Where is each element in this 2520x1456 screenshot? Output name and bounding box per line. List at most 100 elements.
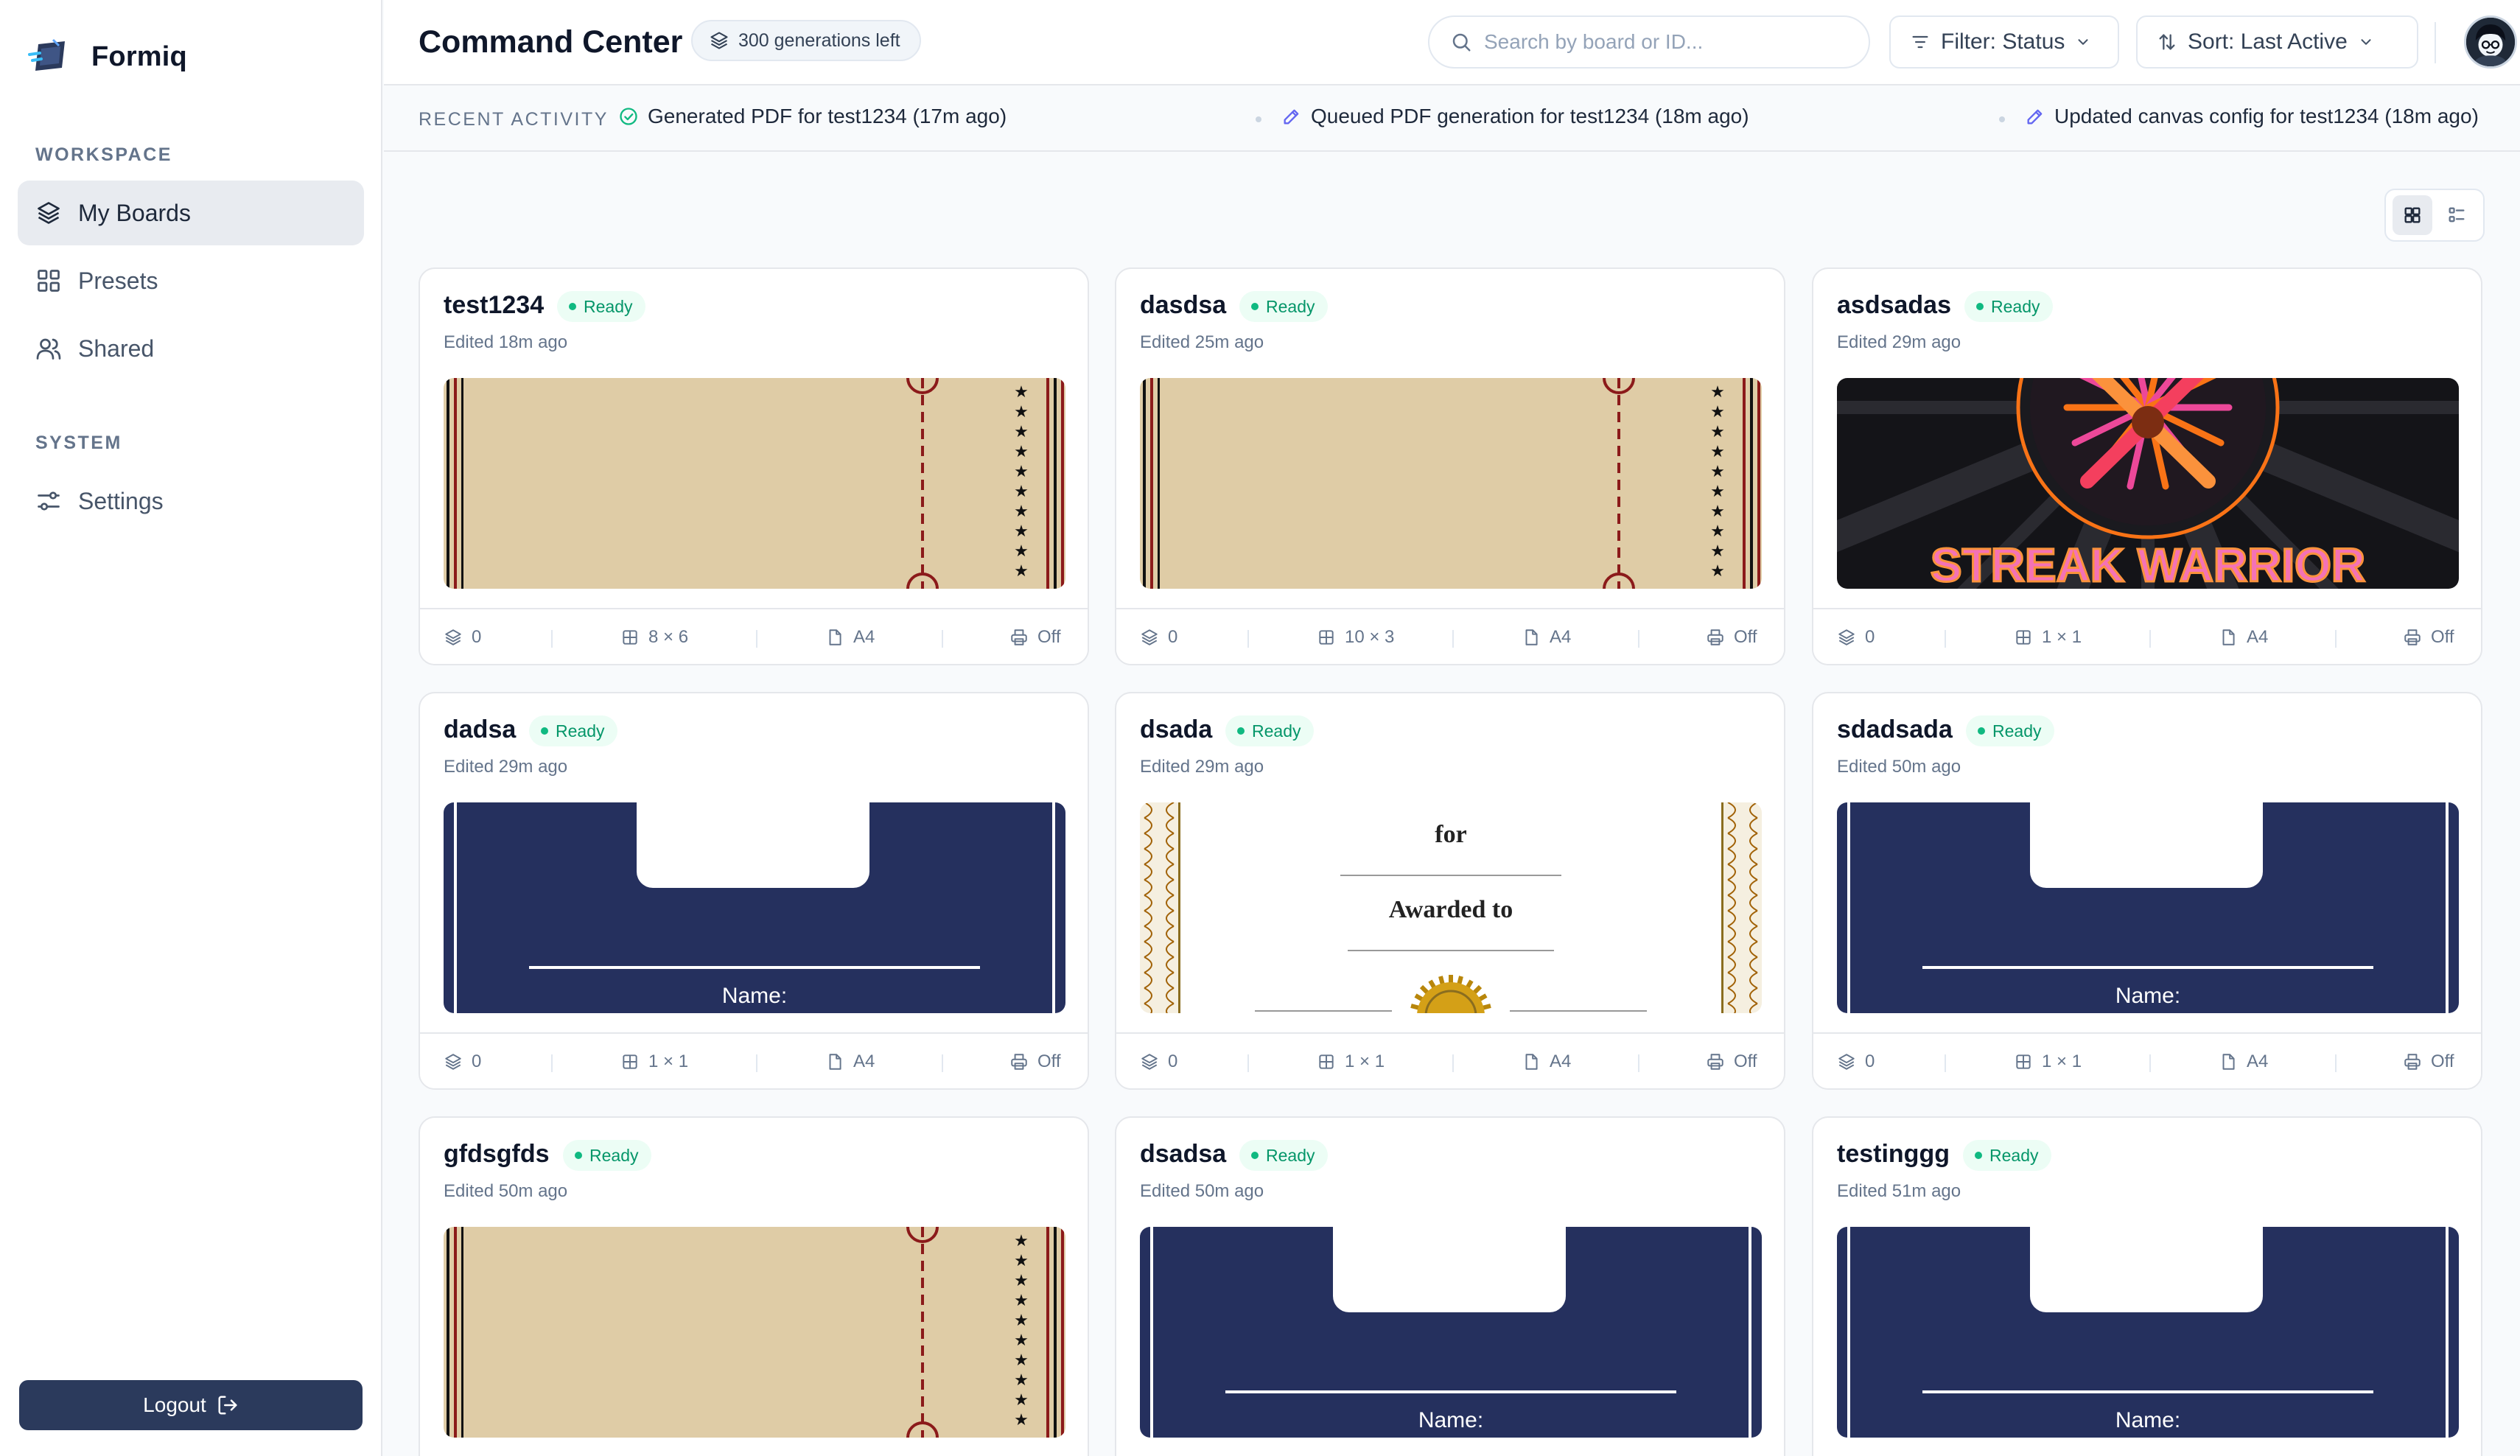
board-card[interactable]: sdadsada Ready Edited 50m ago Name: 0 1 … xyxy=(1812,692,2482,1090)
svg-text:★: ★ xyxy=(1014,423,1029,441)
sort-label: Sort: Last Active xyxy=(2188,29,2348,54)
grid-view-icon xyxy=(2404,207,2421,223)
svg-text:★: ★ xyxy=(1710,503,1725,521)
status-badge-label: Ready xyxy=(1252,721,1301,741)
streak-warrior-thumbnail: STREAK WARRIOR xyxy=(1837,378,2459,589)
stat-paper-size: A4 xyxy=(825,627,875,648)
stat-layers-value: 0 xyxy=(472,1051,482,1071)
status-badge-label: Ready xyxy=(1266,296,1315,316)
stat-layers-value: 0 xyxy=(1168,627,1178,647)
board-card[interactable]: asdsadas Ready Edited 29m ago STREAK WAR… xyxy=(1812,267,2482,665)
svg-text:★: ★ xyxy=(1710,423,1725,441)
page-title: Command Center xyxy=(419,24,683,60)
board-card[interactable]: testinggg Ready Edited 51m ago Name: 0 1… xyxy=(1812,1116,2482,1456)
stat-paper-size-value: A4 xyxy=(2247,1051,2269,1071)
user-avatar[interactable] xyxy=(2464,15,2517,69)
stat-layers: 0 xyxy=(1140,1051,1177,1072)
board-edited-time: Edited 29m ago xyxy=(444,757,568,777)
pencil-icon xyxy=(1284,109,1299,125)
board-thumbnail: ★ ★ ★ ★ ★ ★ ★ ★ ★ ★ xyxy=(444,378,1065,589)
board-card[interactable]: dsadsa Ready Edited 50m ago Name: 0 1 × … xyxy=(1115,1116,1785,1456)
activity-text: Updated canvas config for test1234 (18m … xyxy=(2054,105,2479,127)
svg-text:★: ★ xyxy=(1014,483,1029,501)
board-stats: 0 1 × 1 A4 Off xyxy=(1116,1032,1784,1088)
board-title: gfdsgfds xyxy=(444,1140,550,1168)
board-card[interactable]: dasdsa Ready Edited 25m ago ★ ★ ★ ★ ★ ★ ★ ★ ★ ★ 0… xyxy=(1115,267,1785,665)
svg-text:★: ★ xyxy=(1014,542,1029,561)
file-icon xyxy=(1525,1054,1538,1070)
board-card[interactable]: dsada Ready Edited 29m ago for Awarded t… xyxy=(1115,692,1785,1090)
stat-grid-size-value: 1 × 1 xyxy=(2042,1051,2082,1071)
svg-text:★: ★ xyxy=(1014,503,1029,521)
grid-view-button[interactable] xyxy=(2393,195,2432,235)
svg-text:★: ★ xyxy=(1710,522,1725,541)
printer-icon xyxy=(1011,1054,1027,1070)
stat-print: Off xyxy=(1706,1051,1757,1072)
stat-paper-size-value: A4 xyxy=(1550,1051,1572,1071)
board-card[interactable]: gfdsgfds Ready Edited 50m ago ★ ★ ★ ★ ★ ★ ★ ★ ★ ★… xyxy=(419,1116,1089,1456)
board-edited-time: Edited 18m ago xyxy=(444,332,568,352)
activity-text: Queued PDF generation for test1234 (18m … xyxy=(1311,105,1749,127)
board-card[interactable]: dadsa Ready Edited 29m ago Name: 0 1 × 1… xyxy=(419,692,1089,1090)
list-view-button[interactable] xyxy=(2437,195,2477,235)
header-divider xyxy=(2435,22,2436,63)
filter-status-dropdown[interactable]: Filter: Status xyxy=(1889,15,2119,69)
svg-text:★: ★ xyxy=(1014,463,1029,481)
board-stats: 0 10 × 3 A4 Off xyxy=(1116,608,1784,664)
board-title: test1234 xyxy=(444,291,545,319)
filter-label: Filter: Status xyxy=(1941,29,2065,54)
status-badge-label: Ready xyxy=(1266,1145,1315,1165)
sidebar-item-settings[interactable]: Settings xyxy=(18,469,364,533)
search-box[interactable] xyxy=(1428,15,1870,69)
brand[interactable]: Formiq xyxy=(28,38,187,75)
board-card[interactable]: test1234 Ready Edited 18m ago ★ ★ ★ ★ ★ ★ ★ ★ ★ ★… xyxy=(419,267,1089,665)
stat-separator xyxy=(942,1054,943,1072)
status-badge: Ready xyxy=(1963,1140,2052,1171)
board-thumbnail: ★ ★ ★ ★ ★ ★ ★ ★ ★ ★ xyxy=(444,1227,1065,1438)
svg-text:★: ★ xyxy=(1014,1411,1029,1429)
stat-grid-size-value: 1 × 1 xyxy=(648,1051,689,1071)
status-badge: Ready xyxy=(529,715,618,746)
board-stats: 0 8 × 6 A4 Off xyxy=(420,608,1088,664)
printer-icon xyxy=(1011,629,1027,645)
stat-paper-size: A4 xyxy=(825,1051,875,1072)
stat-paper-size: A4 xyxy=(1522,627,1571,648)
users-icon xyxy=(36,338,61,360)
status-badge-label: Ready xyxy=(1992,721,2042,741)
board-edited-time: Edited 51m ago xyxy=(1837,1181,1961,1201)
board-thumbnail: Name: xyxy=(1837,802,2459,1013)
board-thumbnail: STREAK WARRIOR xyxy=(1837,378,2459,589)
stat-print-value: Off xyxy=(1037,1051,1061,1071)
board-title: dasdsa xyxy=(1140,291,1227,319)
thumbnail-name-label: Name: xyxy=(722,984,787,1008)
stat-layers-value: 0 xyxy=(1865,627,1875,647)
stat-separator xyxy=(1945,1054,1946,1072)
sidebar-item-label: My Boards xyxy=(78,199,191,226)
board-title: dadsa xyxy=(444,715,517,743)
stat-grid-size-value: 1 × 1 xyxy=(1345,1051,1385,1071)
sidebar-item-presets[interactable]: Presets xyxy=(18,248,364,313)
svg-text:★: ★ xyxy=(1014,1252,1029,1270)
activity-separator xyxy=(1999,116,2005,122)
sort-dropdown[interactable]: Sort: Last Active xyxy=(2136,15,2418,69)
sidebar-item-my-boards[interactable]: My Boards xyxy=(18,181,364,245)
stat-print: Off xyxy=(1009,627,1061,648)
stat-print: Off xyxy=(1706,627,1757,648)
svg-text:★: ★ xyxy=(1014,1292,1029,1310)
search-input[interactable] xyxy=(1484,30,1852,54)
status-badge-label: Ready xyxy=(556,721,605,741)
stat-print-value: Off xyxy=(1734,627,1757,647)
board-thumbnail: Name: xyxy=(1837,1227,2459,1438)
file-icon xyxy=(2222,629,2235,645)
svg-text:★: ★ xyxy=(1014,1312,1029,1330)
logout-button[interactable]: Logout xyxy=(19,1380,363,1430)
board-stats: 0 1 × 1 A4 Off xyxy=(1813,1032,2481,1088)
stat-grid-size: 8 × 6 xyxy=(620,627,688,648)
status-badge: Ready xyxy=(1239,291,1329,322)
sliders-icon xyxy=(38,491,60,511)
stat-separator xyxy=(1452,1054,1454,1072)
sidebar-item-shared[interactable]: Shared xyxy=(18,316,364,381)
stat-layers: 0 xyxy=(1837,1051,1875,1072)
stat-grid-size: 10 × 3 xyxy=(1317,627,1394,648)
stat-separator xyxy=(2149,630,2151,648)
